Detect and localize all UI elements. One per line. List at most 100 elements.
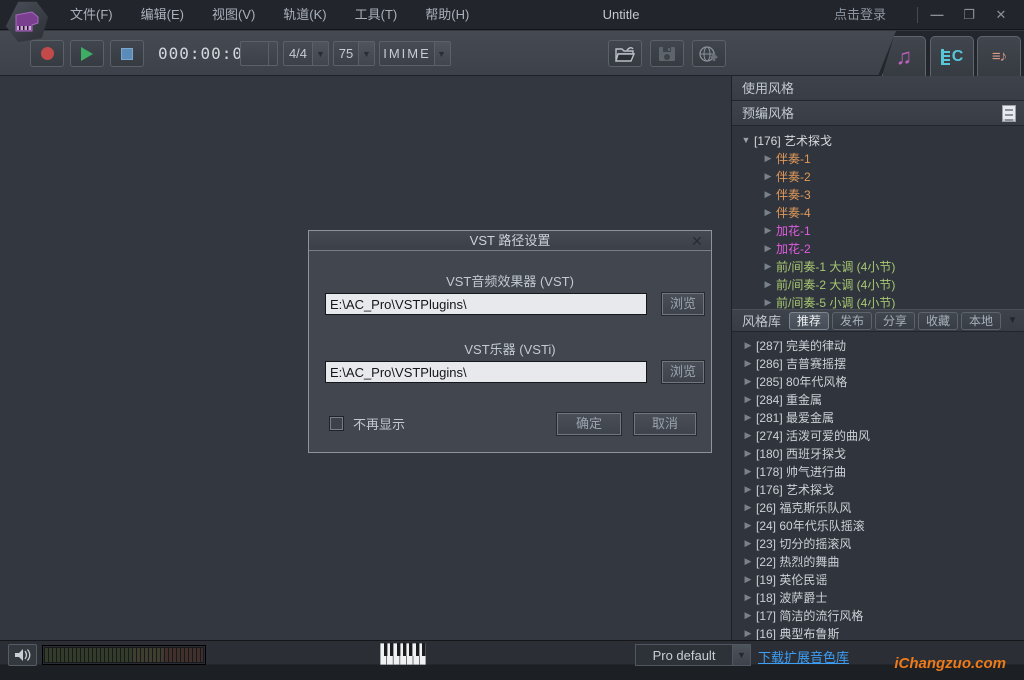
chevron-right-icon[interactable]: ▶: [760, 189, 776, 200]
library-item[interactable]: ▶[285] 80年代风格: [732, 372, 1024, 390]
chevron-right-icon[interactable]: ▶: [740, 430, 756, 441]
open-file-button[interactable]: [608, 40, 642, 67]
library-item[interactable]: ▶[22] 热烈的舞曲: [732, 552, 1024, 570]
library-item[interactable]: ▶[287] 完美的律动: [732, 336, 1024, 354]
record-button[interactable]: [30, 40, 64, 67]
piano-keyboard-icon[interactable]: [380, 643, 426, 670]
soundfont-preset-select[interactable]: Pro default ▼: [635, 644, 751, 666]
library-tab[interactable]: 发布: [832, 312, 872, 330]
preset-style-header[interactable]: 预编风格: [732, 101, 1024, 126]
use-style-header[interactable]: 使用风格: [732, 76, 1024, 101]
time-signature-select[interactable]: 4/4 ▼: [283, 41, 329, 66]
tab-track-list[interactable]: ≡♪: [977, 36, 1021, 76]
speaker-button[interactable]: [8, 644, 37, 666]
library-item[interactable]: ▶[18] 波萨爵士: [732, 588, 1024, 606]
chevron-right-icon[interactable]: ▶: [760, 207, 776, 218]
position-box[interactable]: [240, 41, 278, 66]
chevron-right-icon[interactable]: ▶: [740, 412, 756, 423]
dialog-close-icon[interactable]: ✕: [688, 231, 706, 251]
dialog-title-bar[interactable]: VST 路径设置 ✕: [309, 231, 711, 251]
chevron-right-icon[interactable]: ▶: [740, 556, 756, 567]
chevron-right-icon[interactable]: ▶: [760, 171, 776, 182]
tree-item[interactable]: ▶伴奏-4: [732, 203, 1024, 221]
chevron-down-icon[interactable]: ▼: [312, 42, 328, 65]
menu-item[interactable]: 工具(T): [341, 0, 412, 30]
chevron-right-icon[interactable]: ▶: [760, 225, 776, 236]
tree-item[interactable]: ▶前/间奏-2 大调 (4小节): [732, 275, 1024, 293]
chevron-right-icon[interactable]: ▶: [740, 592, 756, 603]
library-item[interactable]: ▶[284] 重金属: [732, 390, 1024, 408]
chevron-right-icon[interactable]: ▶: [740, 520, 756, 531]
maximize-button[interactable]: ❐: [954, 0, 984, 30]
menu-item[interactable]: 视图(V): [198, 0, 269, 30]
input-mode-select[interactable]: IMIME ▼: [379, 41, 451, 66]
library-item[interactable]: ▶[180] 西班牙探戈: [732, 444, 1024, 462]
library-tab[interactable]: 分享: [875, 312, 915, 330]
chevron-right-icon[interactable]: ▶: [760, 297, 776, 308]
library-item[interactable]: ▶[23] 切分的摇滚风: [732, 534, 1024, 552]
document-icon[interactable]: [1002, 105, 1016, 122]
chevron-right-icon[interactable]: ▶: [740, 358, 756, 369]
library-item[interactable]: ▶[274] 活泼可爱的曲风: [732, 426, 1024, 444]
tree-item[interactable]: ▼[176] 艺术探戈: [732, 131, 1024, 149]
save-button[interactable]: [650, 40, 684, 67]
menu-item[interactable]: 编辑(E): [127, 0, 198, 30]
library-item[interactable]: ▶[178] 帅气进行曲: [732, 462, 1024, 480]
browse-vsti-button[interactable]: 浏览: [661, 360, 705, 384]
login-button[interactable]: 点击登录: [834, 0, 886, 30]
chevron-right-icon[interactable]: ▶: [760, 243, 776, 254]
tree-item[interactable]: ▶伴奏-2: [732, 167, 1024, 185]
chevron-right-icon[interactable]: ▶: [740, 538, 756, 549]
chevron-right-icon[interactable]: ▶: [760, 153, 776, 164]
close-button[interactable]: ✕: [986, 0, 1016, 30]
chevron-right-icon[interactable]: ▶: [740, 502, 756, 513]
chevron-right-icon[interactable]: ▶: [740, 628, 756, 639]
play-button[interactable]: [70, 40, 104, 67]
stop-button[interactable]: [110, 40, 144, 67]
tree-item[interactable]: ▶前/间奏-1 大调 (4小节): [732, 257, 1024, 275]
tab-chord-piano[interactable]: C: [930, 36, 974, 76]
library-tab[interactable]: 推荐: [789, 312, 829, 330]
chevron-right-icon[interactable]: ▶: [740, 376, 756, 387]
library-item[interactable]: ▶[286] 吉普赛摇摆: [732, 354, 1024, 372]
library-tab[interactable]: 收藏: [918, 312, 958, 330]
browse-vst-button[interactable]: 浏览: [661, 292, 705, 316]
chevron-right-icon[interactable]: ▶: [740, 466, 756, 477]
chevron-right-icon[interactable]: ▶: [760, 279, 776, 290]
download-soundfont-link[interactable]: 下载扩展音色库: [758, 647, 849, 666]
chevron-right-icon[interactable]: ▶: [740, 340, 756, 351]
chevron-right-icon[interactable]: ▶: [740, 448, 756, 459]
minimize-button[interactable]: —: [922, 0, 952, 30]
library-item[interactable]: ▶[281] 最爱金属: [732, 408, 1024, 426]
tab-style-notes[interactable]: ♫: [882, 36, 926, 76]
tree-item[interactable]: ▶伴奏-1: [732, 149, 1024, 167]
vst-path-input[interactable]: [325, 293, 647, 315]
library-tab[interactable]: 本地: [961, 312, 1001, 330]
library-item[interactable]: ▶[26] 福克斯乐队风: [732, 498, 1024, 516]
chevron-right-icon[interactable]: ▶: [740, 574, 756, 585]
chevron-right-icon[interactable]: ▶: [740, 394, 756, 405]
chevron-down-icon[interactable]: ▼: [358, 42, 374, 65]
chevron-down-icon[interactable]: ▼: [434, 42, 450, 65]
vsti-path-input[interactable]: [325, 361, 647, 383]
upload-button[interactable]: [692, 40, 726, 67]
chevron-right-icon[interactable]: ▶: [760, 261, 776, 272]
tree-item[interactable]: ▶前/间奏-5 小调 (4小节): [732, 293, 1024, 309]
tree-item[interactable]: ▶伴奏-3: [732, 185, 1024, 203]
ok-button[interactable]: 确定: [556, 412, 622, 436]
chevron-right-icon[interactable]: ▶: [740, 610, 756, 621]
cancel-button[interactable]: 取消: [633, 412, 697, 436]
double-down-arrow-icon[interactable]: ▼: [1005, 312, 1020, 330]
tree-item[interactable]: ▶加花-1: [732, 221, 1024, 239]
library-item[interactable]: ▶[24] 60年代乐队摇滚: [732, 516, 1024, 534]
dont-show-again-checkbox[interactable]: [329, 416, 344, 431]
menu-item[interactable]: 轨道(K): [269, 0, 340, 30]
menu-item[interactable]: 帮助(H): [411, 0, 483, 30]
menu-item[interactable]: 文件(F): [56, 0, 127, 30]
chevron-down-icon[interactable]: ▼: [738, 135, 754, 145]
chevron-right-icon[interactable]: ▶: [740, 484, 756, 495]
tree-item[interactable]: ▶加花-2: [732, 239, 1024, 257]
library-item[interactable]: ▶[176] 艺术探戈: [732, 480, 1024, 498]
library-item[interactable]: ▶[19] 英伦民谣: [732, 570, 1024, 588]
tempo-select[interactable]: 75 ▼: [333, 41, 375, 66]
